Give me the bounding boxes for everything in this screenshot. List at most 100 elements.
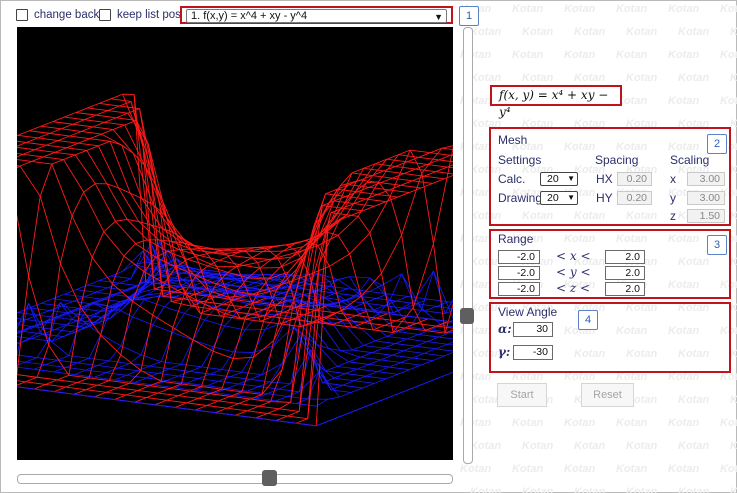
mesh-line (137, 389, 159, 394)
mesh-line (31, 333, 44, 339)
mesh-line (26, 142, 47, 146)
y-max-input[interactable]: 2.0 (605, 266, 645, 280)
mesh-line (164, 306, 185, 314)
mesh-line (87, 280, 100, 286)
mesh-line (247, 405, 260, 412)
alpha-input[interactable]: 30 (513, 322, 553, 337)
mesh-line (83, 183, 96, 193)
mesh-line (181, 383, 202, 388)
checkbox-box[interactable] (16, 9, 28, 21)
y-min-input[interactable]: -2.0 (498, 266, 540, 280)
keep-list-pos-label: keep list pos. (117, 9, 185, 21)
horizontal-slider-thumb[interactable] (262, 470, 277, 486)
mesh-line (412, 353, 425, 359)
mesh-line (450, 332, 471, 336)
mesh-line (351, 345, 364, 351)
badge-2: 2 (707, 134, 727, 154)
mesh-line (104, 121, 125, 126)
change-back-checkbox[interactable]: change back (16, 9, 99, 21)
reset-button[interactable]: Reset (581, 383, 634, 407)
x-max-input[interactable]: 2.0 (605, 250, 645, 264)
keep-list-pos-checkbox[interactable]: keep list pos. (99, 9, 184, 21)
calc-label: Calc. (498, 172, 526, 186)
mesh-line (363, 345, 384, 349)
mesh-line (392, 354, 413, 359)
mesh-line (116, 112, 129, 119)
mesh-line (126, 219, 148, 241)
start-button[interactable]: Start (497, 383, 547, 407)
mesh-line (221, 358, 234, 390)
calc-select[interactable]: 20 ▼ (540, 172, 578, 186)
mesh-line (381, 273, 402, 286)
mesh-line (87, 102, 100, 109)
mesh-line (11, 153, 24, 160)
mesh-line (11, 158, 32, 162)
mesh-line (435, 348, 456, 352)
mesh-line (412, 357, 433, 361)
mesh-line (375, 163, 396, 167)
z-min-input[interactable]: -2.0 (498, 282, 540, 296)
alpha-label: α: (498, 322, 512, 336)
mesh-line (418, 152, 431, 158)
mesh-line (226, 403, 239, 409)
mesh-line (420, 360, 433, 366)
mesh-line (88, 377, 110, 382)
mesh-line (68, 319, 81, 356)
gamma-input[interactable]: -30 (513, 345, 553, 360)
mesh-line (374, 201, 387, 207)
vertical-slider-thumb[interactable] (460, 308, 474, 324)
mesh-line (33, 368, 55, 373)
plot-canvas[interactable] (0, 27, 550, 460)
mesh-line (317, 273, 330, 282)
mesh-line (84, 114, 97, 121)
horizontal-slider-track[interactable] (17, 474, 453, 484)
mesh-line (348, 356, 361, 363)
mesh-line (71, 215, 93, 258)
mesh-line (11, 335, 32, 340)
mesh-line (91, 231, 105, 258)
mesh-line (267, 412, 288, 417)
mesh-line (275, 395, 288, 402)
mesh-line (86, 145, 99, 151)
mesh-line (404, 327, 425, 332)
function-select[interactable]: 1. f(x,y) = x^4 + xy - y^4 ▼ (180, 6, 453, 24)
mesh-line (365, 375, 387, 380)
mesh-line (295, 418, 308, 424)
mesh-line (130, 243, 152, 279)
mesh-line (447, 166, 468, 171)
mesh-line (166, 395, 179, 401)
mesh-line (16, 354, 38, 358)
mesh-line (97, 145, 119, 189)
mesh-line (441, 147, 463, 152)
drawing-select[interactable]: 20 ▼ (540, 191, 578, 205)
mesh-line (270, 369, 283, 402)
mesh-line (377, 194, 398, 198)
mesh-line (178, 375, 199, 380)
mesh-line (88, 334, 102, 359)
mesh-line (317, 273, 339, 280)
mesh-line (327, 396, 340, 400)
checkbox-box[interactable] (99, 9, 111, 21)
vertical-slider-track[interactable] (463, 27, 473, 464)
mesh-line (37, 376, 58, 381)
mesh-line (374, 378, 387, 384)
mesh-line (342, 207, 363, 212)
mesh-line (61, 301, 73, 307)
mesh-line (230, 255, 252, 259)
x-min-input[interactable]: -2.0 (498, 250, 540, 264)
mesh-line (368, 364, 390, 368)
mesh-line (106, 391, 127, 396)
mesh-line (258, 401, 271, 407)
function-select-value[interactable]: 1. f(x,y) = x^4 + xy - y^4 ▼ (186, 9, 447, 23)
z-max-input[interactable]: 2.0 (605, 282, 645, 296)
mesh-line (51, 159, 64, 165)
mesh-line (25, 357, 38, 363)
mesh-line (84, 291, 97, 298)
mesh-line (68, 374, 90, 379)
mesh-line (49, 132, 70, 137)
mesh-line (432, 178, 445, 184)
mesh-line (270, 401, 291, 403)
mesh-line (385, 373, 398, 380)
mesh-line (380, 354, 393, 361)
mesh-line (43, 151, 56, 158)
